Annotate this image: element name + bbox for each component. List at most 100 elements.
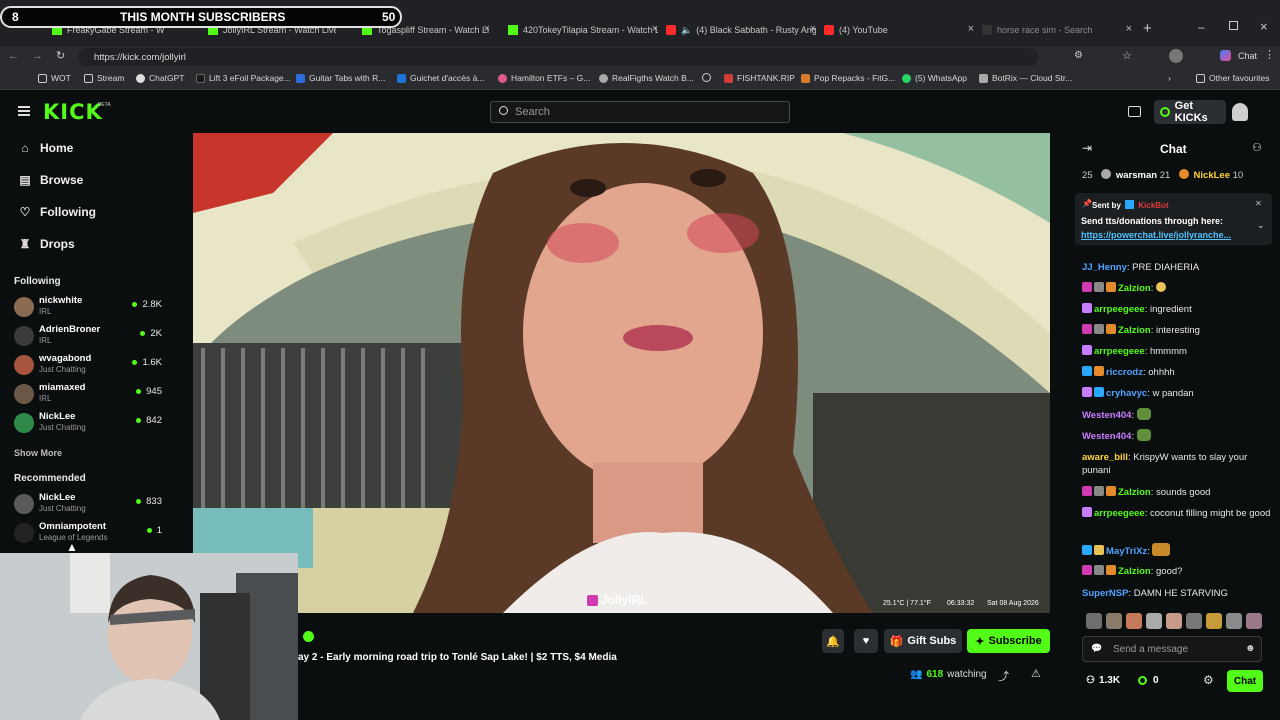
- close-tab-icon[interactable]: ×: [810, 23, 816, 35]
- followed-channel[interactable]: NickLee Just Chatting 842: [14, 411, 164, 439]
- webcam-overlay: [0, 553, 298, 720]
- channel-points-b[interactable]: 0: [1138, 675, 1159, 686]
- followed-channel[interactable]: AdrienBroner IRL 2K: [14, 324, 164, 352]
- bookmark-item[interactable]: WOT: [38, 73, 71, 83]
- bookmark-item[interactable]: FISHTANK.RIP: [724, 73, 795, 83]
- emote-icon[interactable]: [1206, 613, 1222, 629]
- kick-favicon-icon: [508, 25, 518, 35]
- viewer-count: 1: [146, 525, 162, 536]
- share-icon[interactable]: ⤴: [998, 668, 1009, 684]
- subscribe-button[interactable]: ✦ Subscribe: [967, 629, 1050, 653]
- browser-tab[interactable]: horse race sim - Search ×: [982, 18, 1132, 42]
- forward-icon[interactable]: →: [32, 50, 43, 62]
- user-avatar[interactable]: [1232, 103, 1248, 121]
- hamburger-menu-icon[interactable]: [18, 106, 30, 116]
- pinned-link[interactable]: https://powerchat.live/jollyranche...: [1081, 230, 1231, 240]
- theater-mode-icon[interactable]: [1128, 106, 1141, 117]
- favorites-star-icon[interactable]: ☆: [1122, 49, 1132, 62]
- emote-icon[interactable]: [1146, 613, 1162, 629]
- copilot-chat-label[interactable]: Chat: [1238, 51, 1257, 61]
- settings-gear-icon[interactable]: ⚙: [1203, 673, 1214, 687]
- bookmark-item[interactable]: Guichet d'accès à...: [397, 73, 484, 83]
- bookmark-item[interactable]: Hamilton ETFs – G...: [498, 73, 590, 83]
- emote-icon[interactable]: [1186, 613, 1202, 629]
- show-more-link[interactable]: Show More: [14, 448, 62, 458]
- speaker-icon[interactable]: 🔈: [681, 25, 692, 36]
- sub-badge-icon: [1082, 345, 1092, 355]
- close-window-button[interactable]: ×: [1260, 19, 1268, 34]
- chevron-down-icon[interactable]: ⌄: [1257, 220, 1265, 231]
- recommended-channel[interactable]: Omniampotent League of Legends 1: [14, 521, 164, 549]
- copilot-icon[interactable]: [1220, 50, 1231, 61]
- browser-tab[interactable]: 🔈 (4) Black Sabbath - Rusty Ang ×: [666, 18, 816, 42]
- nav-browse[interactable]: ▤ Browse: [18, 173, 83, 187]
- bookmark-item[interactable]: [702, 73, 715, 82]
- followed-channel[interactable]: miamaxed IRL 945: [14, 382, 164, 410]
- verified-badge-icon: [303, 631, 314, 642]
- pinned-text: Send tts/donations through here:: [1081, 216, 1223, 226]
- minimize-button[interactable]: –: [1198, 20, 1205, 34]
- bookmark-item[interactable]: Stream: [84, 73, 124, 83]
- emoji-icon[interactable]: ☻: [1245, 643, 1256, 654]
- emote-icon[interactable]: [1126, 613, 1142, 629]
- other-favourites[interactable]: Other favourites: [1196, 73, 1269, 83]
- bookmark-item[interactable]: RealFigths Watch B...: [599, 73, 694, 83]
- browser-tab[interactable]: (4) YouTube ×: [824, 18, 974, 42]
- site-icon: [397, 73, 406, 83]
- unpin-icon[interactable]: ✕: [1255, 199, 1262, 208]
- chat-input[interactable]: 💬 Send a message ☻: [1082, 636, 1262, 662]
- maximize-button[interactable]: [1229, 21, 1238, 30]
- kick-logo[interactable]: KICK: [43, 100, 103, 124]
- close-tab-icon[interactable]: ×: [1126, 23, 1132, 35]
- profile-avatar[interactable]: [1169, 49, 1183, 63]
- avatar: [14, 326, 34, 346]
- channel-points-a[interactable]: ⚇ 1.3K: [1086, 675, 1120, 686]
- bookmarks-overflow-icon[interactable]: ›: [1168, 73, 1171, 83]
- notification-bell-button[interactable]: 🔔: [822, 629, 844, 653]
- bookmark-item[interactable]: (5) WhatsApp: [902, 73, 967, 83]
- chat-send-button[interactable]: Chat: [1227, 670, 1263, 692]
- close-tab-icon[interactable]: ×: [968, 23, 974, 35]
- sub-badge-icon: [1082, 387, 1092, 397]
- bookmark-item[interactable]: BotRix — Cloud Str...: [979, 73, 1072, 83]
- new-tab-button[interactable]: +: [1143, 20, 1152, 37]
- bookmark-item[interactable]: Pop Repacks - FitG...: [801, 73, 895, 83]
- bookmark-item[interactable]: Guitar Tabs with R...: [296, 73, 385, 83]
- pinned-message[interactable]: 📌 Sent by KickBot ✕ Send tts/donations t…: [1075, 193, 1272, 245]
- bookmark-item[interactable]: ChatGPT: [136, 73, 184, 83]
- collapse-chat-icon[interactable]: ⇥: [1082, 141, 1092, 155]
- back-icon[interactable]: ←: [8, 50, 19, 62]
- chat-users-icon[interactable]: ⚇: [1252, 141, 1262, 154]
- recommended-channel[interactable]: NickLee Just Chatting 833: [14, 492, 164, 520]
- nav-drops[interactable]: ♜ Drops: [18, 237, 75, 251]
- report-icon[interactable]: ⚠: [1031, 667, 1041, 680]
- reload-icon[interactable]: ↻: [56, 49, 65, 62]
- nav-home[interactable]: ⌂ Home: [18, 141, 73, 155]
- address-input[interactable]: https://kick.com/jollyirl: [78, 48, 1038, 66]
- close-tab-icon[interactable]: ×: [652, 23, 658, 35]
- gift-subs-button[interactable]: 🎁 Gift Subs: [884, 629, 962, 653]
- extensions-icon[interactable]: ⚙: [1074, 50, 1083, 61]
- video-info-temperature: 25.1°C | 77.1°F: [883, 600, 931, 607]
- chat-message: SuperNSP: DAMN HE STARVING: [1082, 588, 1228, 599]
- emote-icon[interactable]: [1086, 613, 1102, 629]
- emote-icon[interactable]: [1246, 613, 1262, 629]
- followed-channel[interactable]: wvagabond Just Chatting 1.6K: [14, 353, 164, 381]
- emote-icon[interactable]: [1166, 613, 1182, 629]
- search-input[interactable]: Search: [490, 101, 790, 123]
- close-tab-icon[interactable]: ×: [484, 23, 490, 35]
- nav-following[interactable]: ♡ Following: [18, 205, 96, 219]
- followed-channel[interactable]: nickwhite IRL 2.8K: [14, 295, 164, 323]
- emote-icon[interactable]: [1106, 613, 1122, 629]
- more-menu-icon[interactable]: ⋮: [1264, 48, 1275, 61]
- leaderboard-badge-icon: [1178, 169, 1189, 179]
- browser-tab[interactable]: 420TokeyTilapia Stream - Watch Li ×: [508, 18, 658, 42]
- get-kicks-button[interactable]: Get KICKs: [1154, 100, 1226, 124]
- bookmarks-bar: WOT Stream ChatGPT Lift 3 eFoil Package.…: [0, 68, 1280, 90]
- emote-icon[interactable]: [1226, 613, 1242, 629]
- sub-badge-icon: [1082, 565, 1092, 575]
- bookmark-item[interactable]: Lift 3 eFoil Package...: [196, 73, 291, 83]
- video-player[interactable]: JollyIRL 25.1°C | 77.1°F 06:33:32 Sat 08…: [193, 133, 1050, 613]
- follow-heart-button[interactable]: ♥: [854, 629, 878, 653]
- gift-leaderboard: 25 warsman 21 NickLee 10: [1082, 169, 1244, 181]
